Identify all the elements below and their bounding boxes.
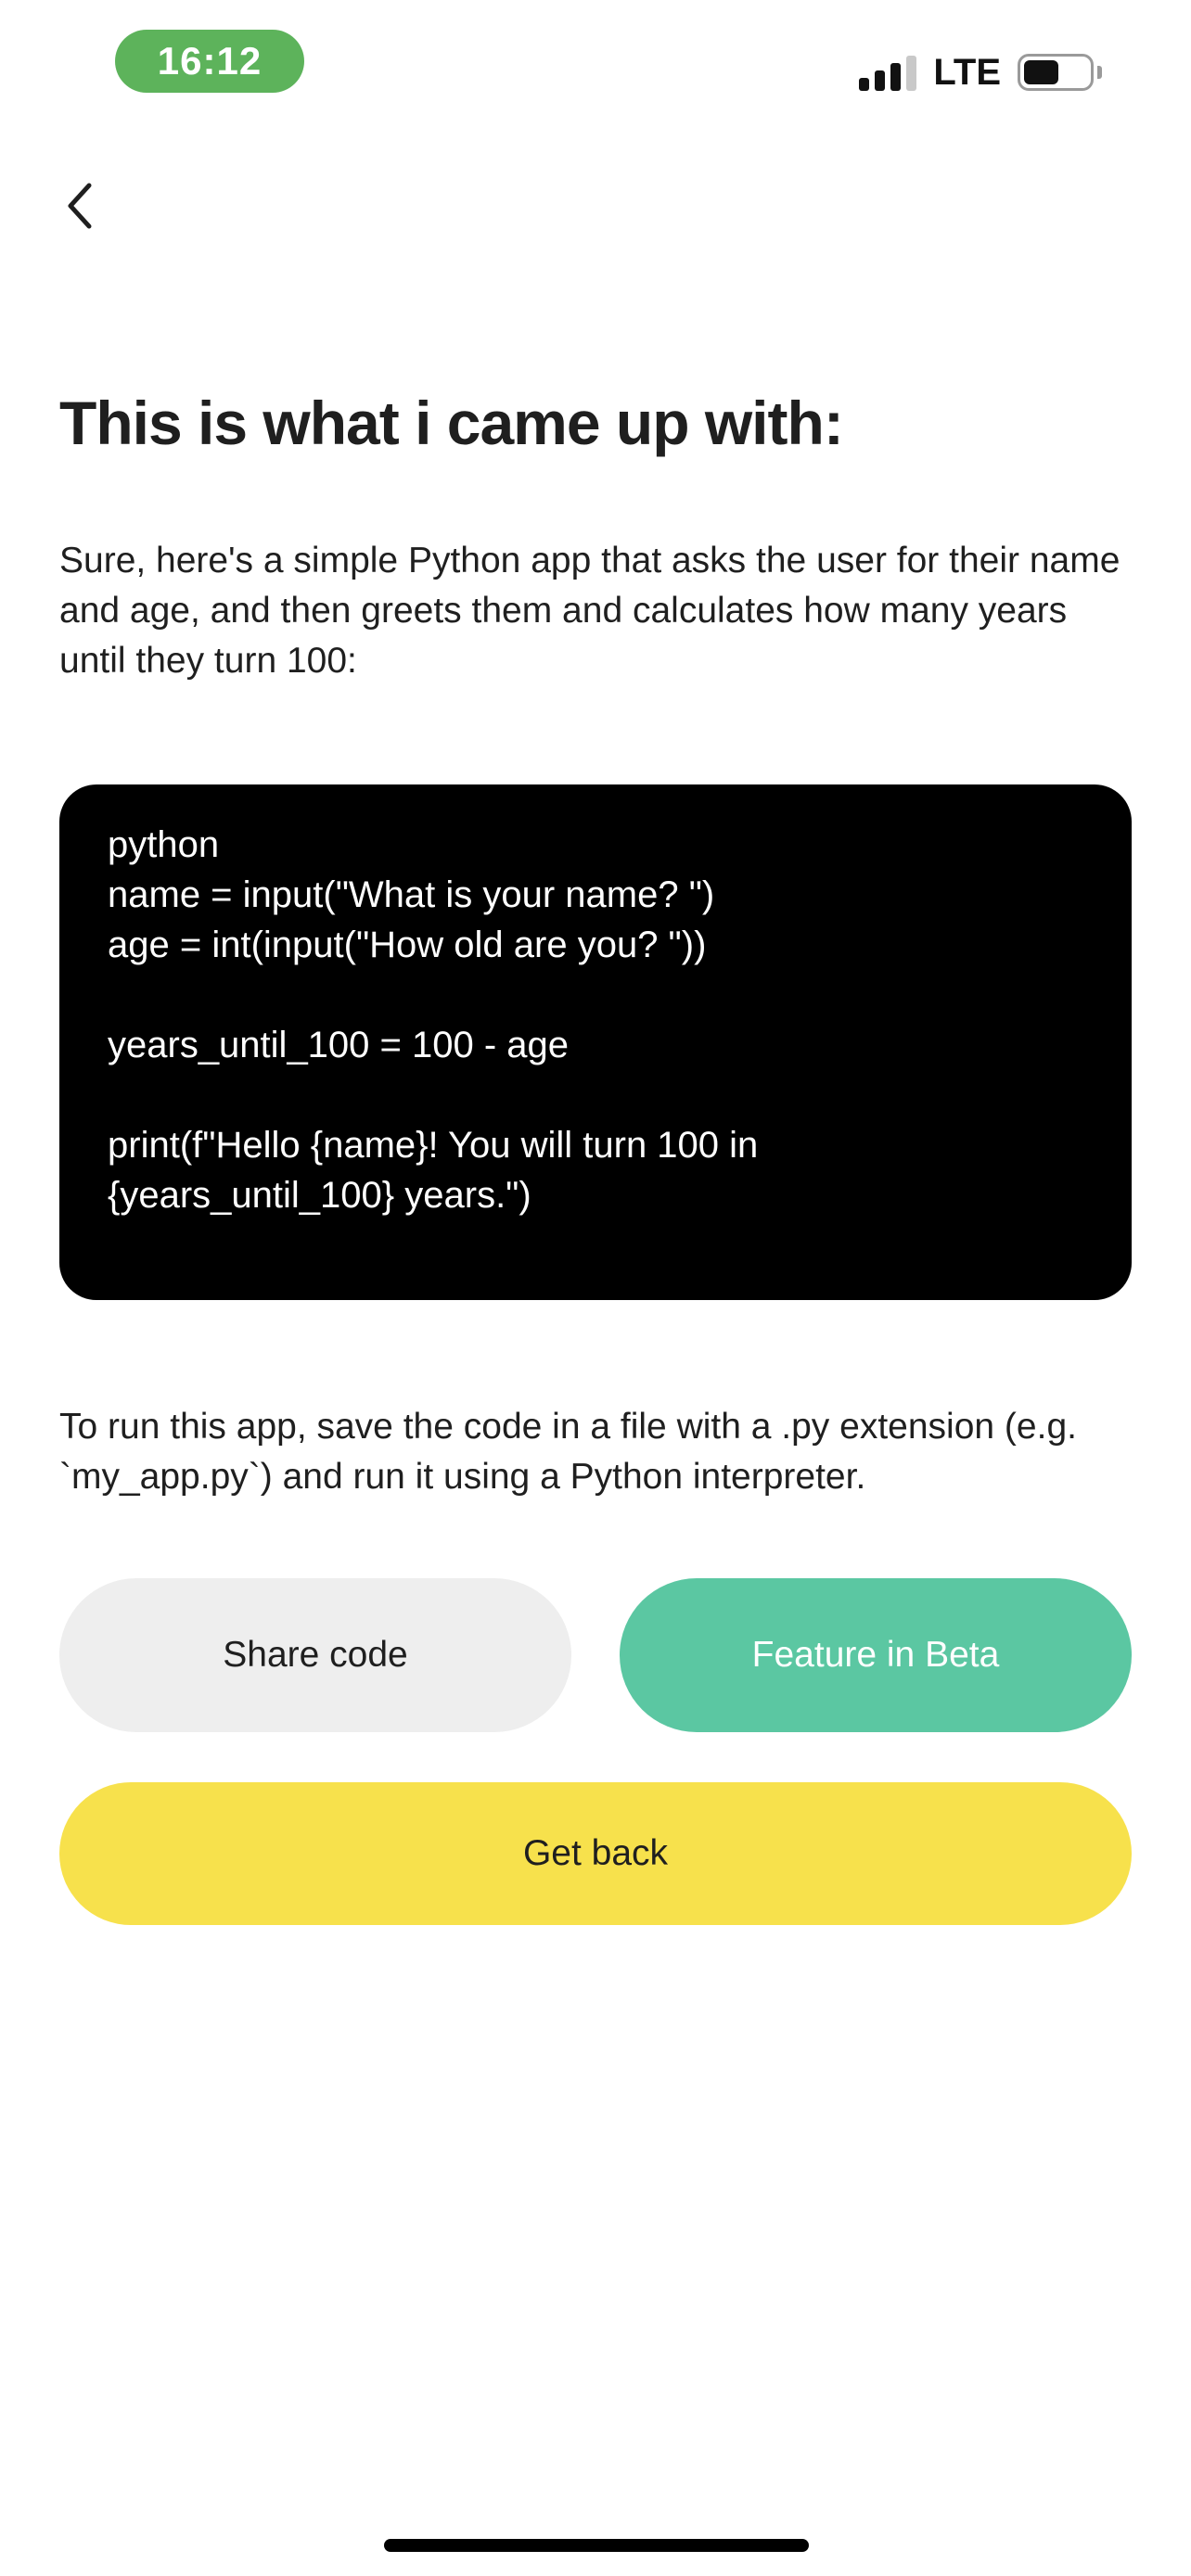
battery-fill <box>1024 60 1058 84</box>
chevron-left-icon <box>68 183 92 229</box>
code-line: age = int(input("How old are you? ")) <box>108 925 707 965</box>
back-button[interactable] <box>52 169 108 243</box>
battery-cap <box>1097 66 1102 79</box>
status-indicators: LTE <box>859 46 1102 98</box>
battery-icon <box>1018 54 1094 91</box>
intro-text: Sure, here's a simple Python app that as… <box>59 541 1121 681</box>
code-line: years_until_100 = 100 - age <box>108 1025 570 1065</box>
home-indicator <box>384 2539 809 2552</box>
get-back-button[interactable]: Get back <box>59 1782 1132 1925</box>
code-line: python <box>108 824 220 865</box>
share-code-button[interactable]: Share code <box>59 1578 571 1732</box>
signal-icon <box>859 54 917 91</box>
network-label: LTE <box>933 51 1001 93</box>
code-block: python name = input("What is your name? "… <box>59 784 1132 1300</box>
instructions-text: To run this app, save the code in a file… <box>59 1407 1077 1497</box>
page-title: This is what i came up with: <box>59 389 844 457</box>
code-line: {years_until_100} years.") <box>108 1175 531 1216</box>
code-line: print(f"Hello {name}! You will turn 100 … <box>108 1125 759 1166</box>
code-line: name = input("What is your name? ") <box>108 874 715 915</box>
feature-beta-button[interactable]: Feature in Beta <box>620 1578 1132 1732</box>
status-time: 16:12 <box>115 30 304 93</box>
